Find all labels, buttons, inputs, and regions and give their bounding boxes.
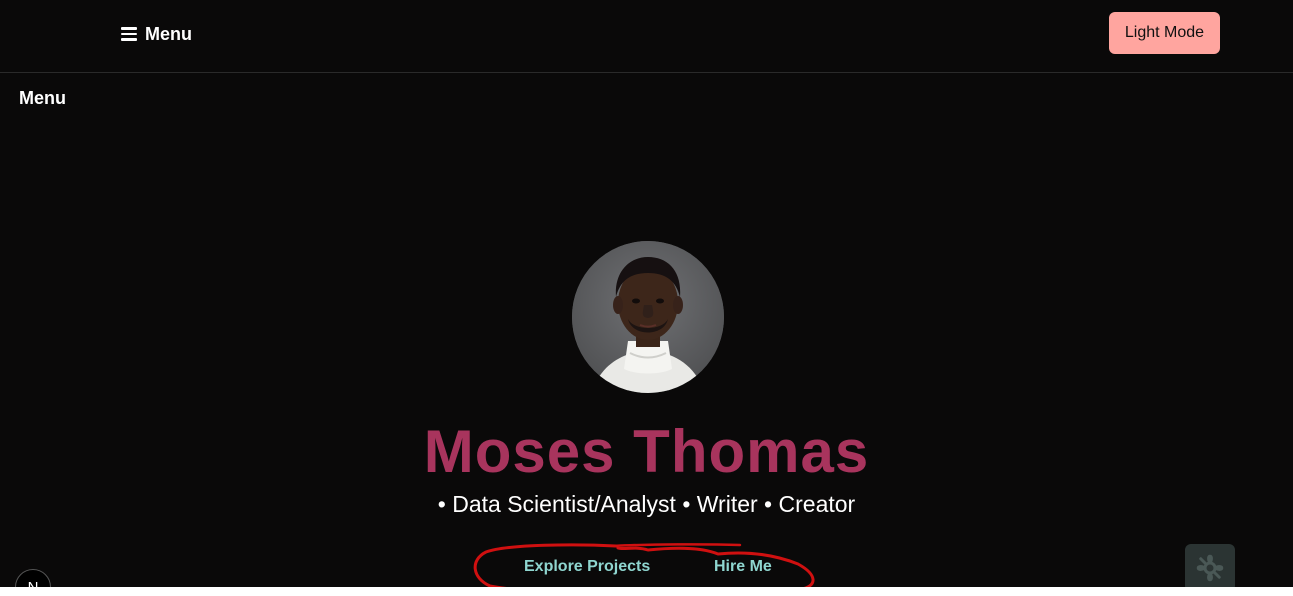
menu-toggle-button[interactable]: Menu xyxy=(121,22,192,46)
hamburger-icon xyxy=(121,27,137,41)
nextjs-badge-letter: N xyxy=(27,578,39,588)
explore-projects-link[interactable]: Explore Projects xyxy=(524,558,650,576)
floating-widget-button[interactable] xyxy=(1185,544,1235,587)
side-menu-heading: Menu xyxy=(19,88,66,108)
profile-avatar xyxy=(572,241,724,393)
nextjs-badge[interactable]: N xyxy=(15,569,51,587)
hero-name: Moses Thomas xyxy=(423,418,870,485)
light-mode-button[interactable]: Light Mode xyxy=(1109,12,1220,54)
portfolio-page: Menu Light Mode Menu Moses Thomas • Data… xyxy=(0,0,1293,587)
hero-tagline: • Data Scientist/Analyst • Writer • Crea… xyxy=(437,491,856,517)
menu-toggle-label: Menu xyxy=(145,23,192,44)
hire-me-link[interactable]: Hire Me xyxy=(714,558,772,576)
flower-icon xyxy=(1196,554,1224,582)
portrait-icon xyxy=(572,241,724,393)
top-nav-bar: Menu Light Mode xyxy=(0,0,1293,73)
